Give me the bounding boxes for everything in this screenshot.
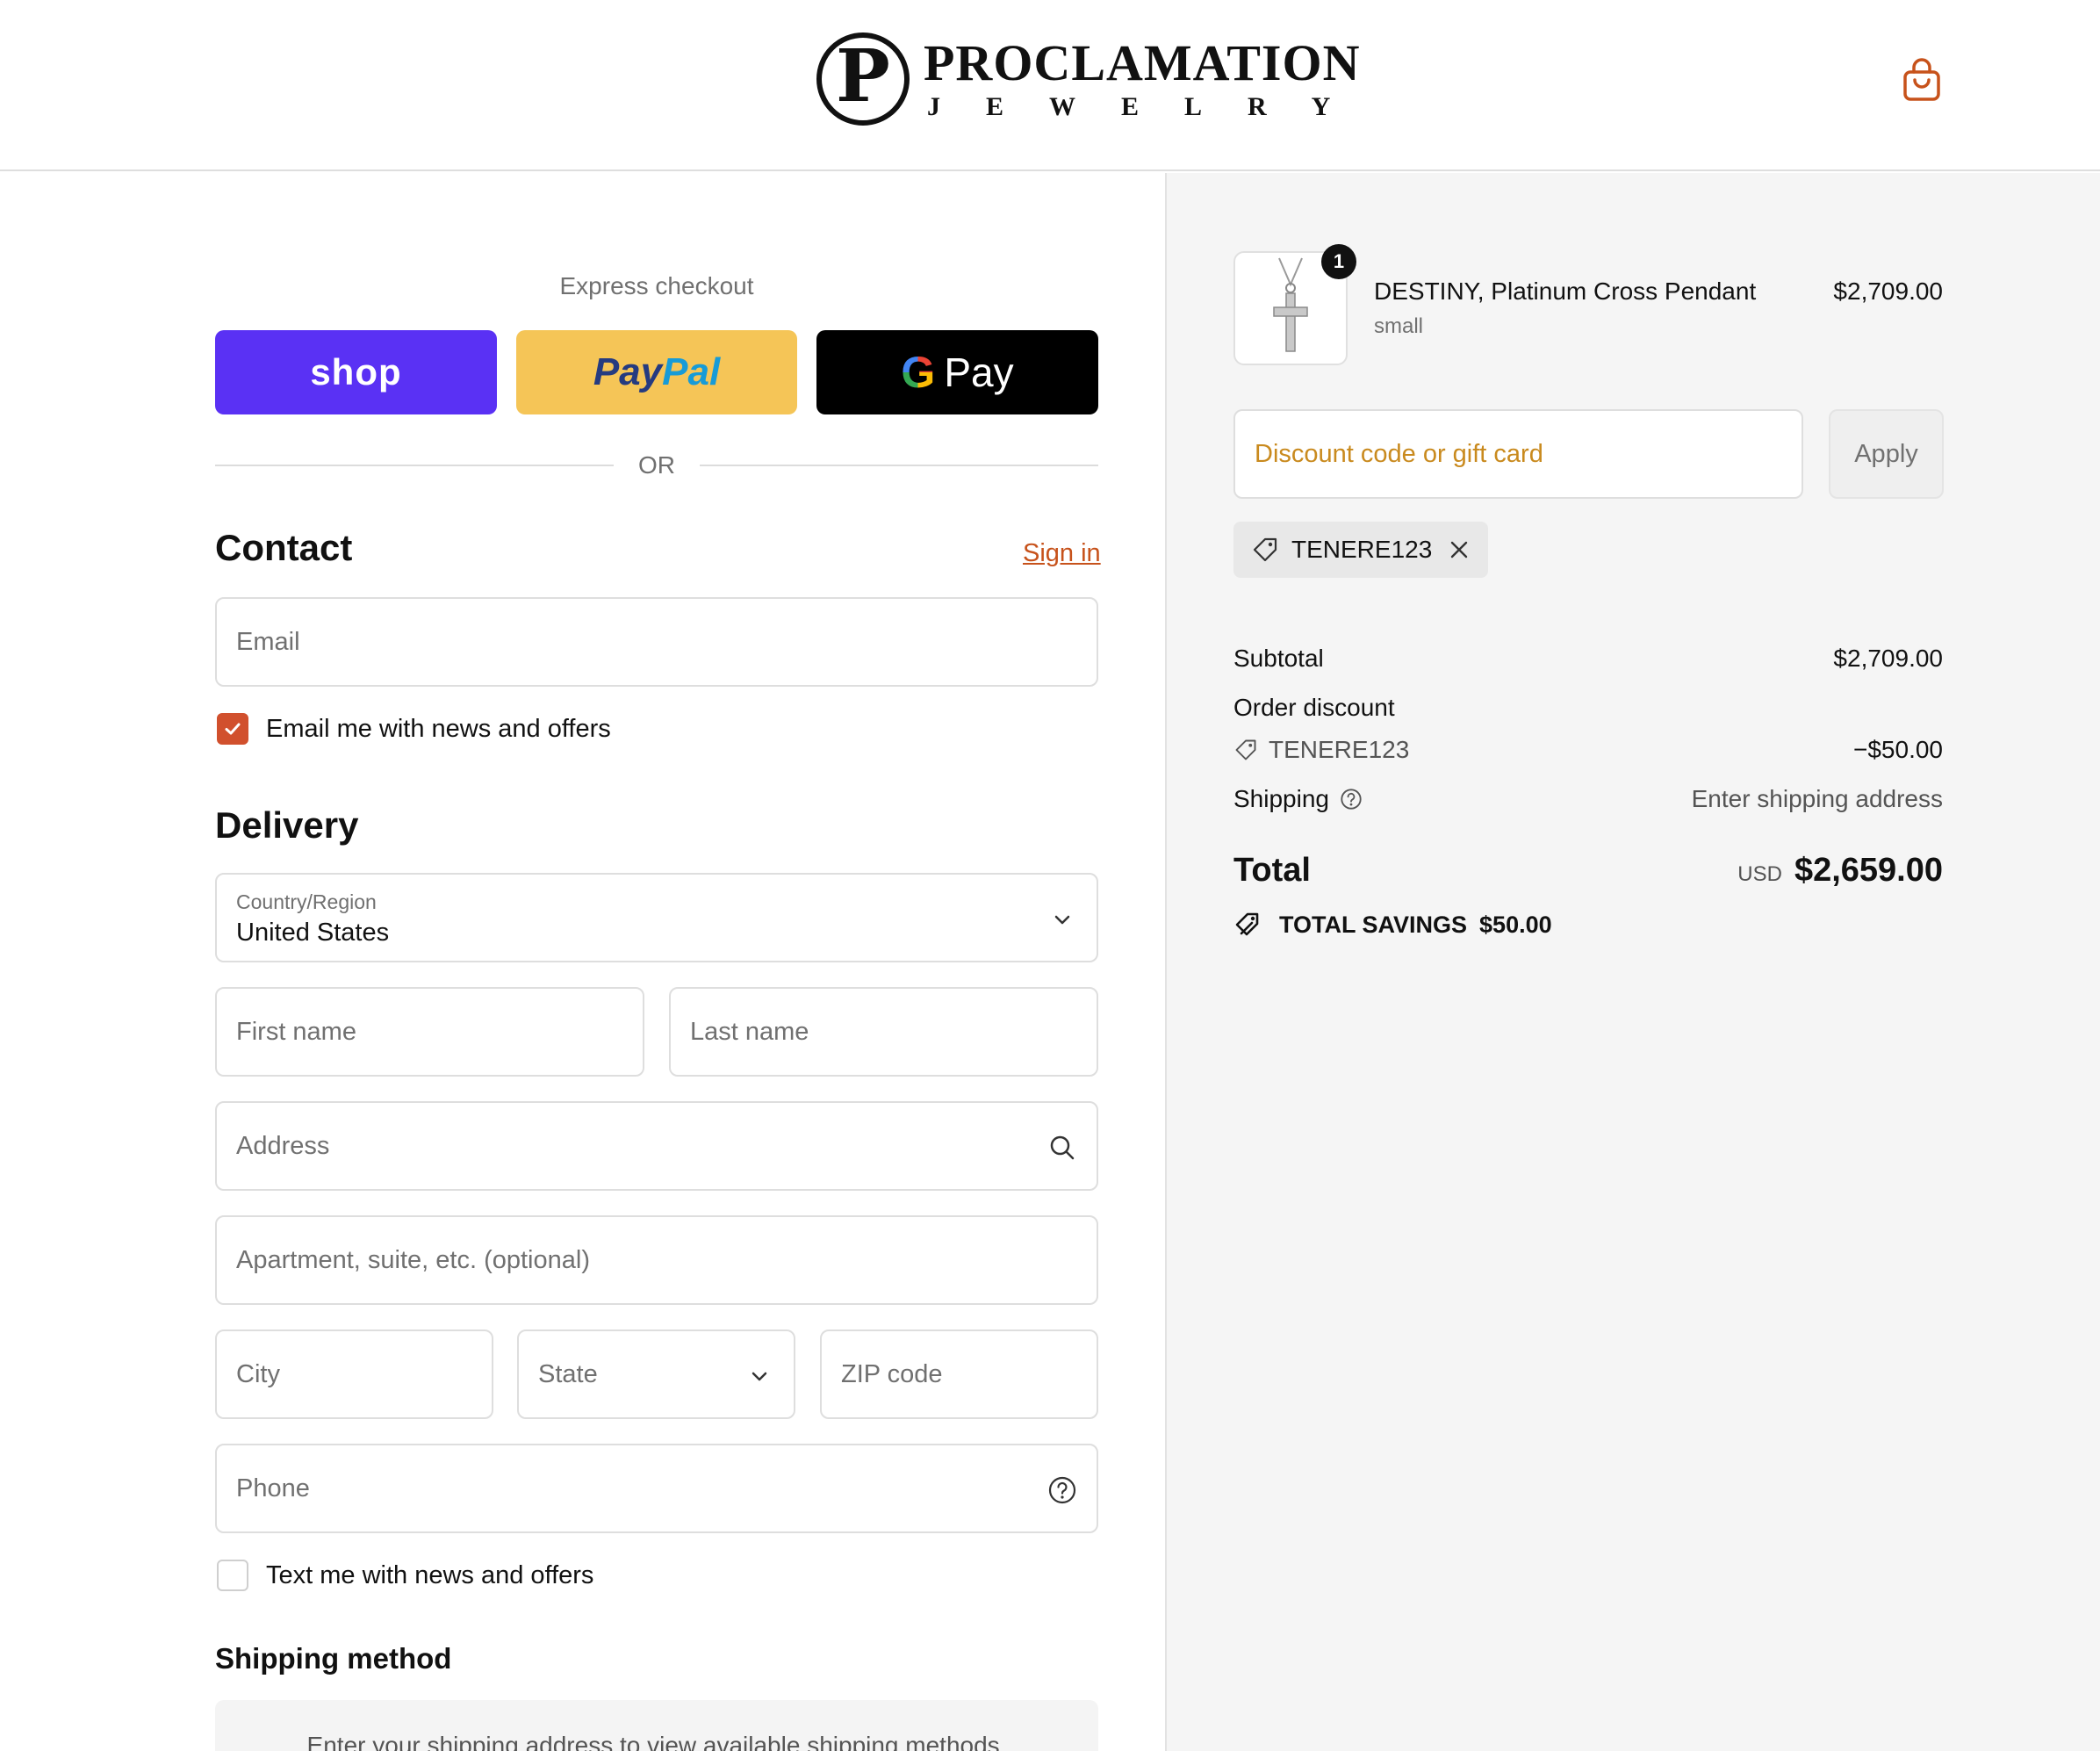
first-name-field[interactable]: First name (215, 987, 644, 1077)
address-field[interactable]: Address (215, 1101, 1098, 1191)
last-name-placeholder: Last name (690, 1017, 809, 1046)
order-discount-code: TENERE123 (1233, 736, 1409, 764)
apply-discount-button[interactable]: Apply (1829, 409, 1944, 499)
tag-icon (1235, 739, 1256, 760)
apartment-field[interactable]: Apartment, suite, etc. (optional) (215, 1215, 1098, 1305)
total-value: $2,659.00 (1794, 852, 1943, 889)
help-circle-icon[interactable] (1340, 788, 1363, 811)
apartment-placeholder: Apartment, suite, etc. (optional) (236, 1245, 590, 1274)
newsletter-checkbox-row[interactable]: Email me with news and offers (217, 713, 611, 745)
state-select[interactable]: State (517, 1329, 795, 1419)
paypal-label-pay: Pay (593, 350, 663, 393)
quantity-badge: 1 (1321, 244, 1356, 279)
city-placeholder: City (236, 1359, 280, 1388)
shipping-method-note: Enter your shipping address to view avai… (215, 1700, 1098, 1751)
store-logo[interactable]: P PROCLAMATION JEWELRY (816, 30, 1376, 128)
contact-title: Contact (215, 527, 353, 568)
city-field[interactable]: City (215, 1329, 493, 1419)
phone-field[interactable]: Phone (215, 1444, 1098, 1533)
email-field[interactable]: Email (215, 597, 1098, 687)
newsletter-checkbox[interactable] (217, 713, 248, 745)
paypal-button[interactable]: Pay Pal (516, 330, 797, 414)
shopping-bag-icon[interactable] (1902, 58, 1942, 102)
savings-value: $50.00 (1479, 911, 1552, 938)
help-circle-icon[interactable] (1047, 1475, 1077, 1505)
newsletter-label: Email me with news and offers (266, 714, 611, 743)
order-discount-label: Order discount (1233, 694, 1395, 721)
chevron-down-icon (752, 1372, 767, 1381)
order-discount-value: −$50.00 (1853, 736, 1943, 763)
express-checkout-title: Express checkout (559, 272, 754, 299)
product-price: $2,709.00 (1833, 277, 1943, 305)
phone-placeholder: Phone (236, 1474, 310, 1502)
shipping-label: Shipping (1233, 785, 1363, 813)
product-name: DESTINY, Platinum Cross Pendant (1374, 277, 1757, 305)
country-value: United States (236, 919, 390, 947)
google-g-icon: G (901, 348, 936, 397)
search-icon[interactable] (1047, 1133, 1077, 1163)
state-placeholder: State (538, 1359, 598, 1388)
order-discount-code-text: TENERE123 (1269, 736, 1410, 763)
header: P PROCLAMATION JEWELRY (0, 0, 2100, 171)
divider-line-left (215, 465, 614, 466)
google-pay-label: Pay (944, 349, 1014, 395)
or-divider: OR (215, 448, 1098, 483)
subtotal-value: $2,709.00 (1833, 645, 1943, 672)
applied-code-text: TENERE123 (1291, 536, 1433, 563)
sms-checkbox[interactable] (217, 1560, 248, 1591)
logo-wordmark: PROCLAMATION JEWELRY (924, 38, 1376, 120)
apply-label: Apply (1854, 439, 1918, 468)
total-label: Total (1233, 852, 1311, 889)
total-amount: USD $2,659.00 (1737, 852, 1943, 890)
paypal-label-pal: Pal (662, 350, 721, 393)
close-icon[interactable] (1448, 538, 1471, 561)
zip-code-placeholder: ZIP code (841, 1359, 943, 1388)
chevron-down-icon (1054, 915, 1070, 925)
total-currency: USD (1737, 862, 1782, 886)
last-name-field[interactable]: Last name (669, 987, 1098, 1077)
checkmark-icon (225, 723, 241, 735)
savings-tag-icon (1235, 912, 1259, 936)
zip-code-field[interactable]: ZIP code (820, 1329, 1098, 1419)
shop-pay-button[interactable]: shop (215, 330, 497, 414)
logo-subtitle: JEWELRY (927, 92, 1377, 121)
discount-code-input[interactable]: Discount code or gift card (1233, 409, 1803, 499)
shipping-label-text: Shipping (1233, 785, 1329, 812)
divider-line-right (700, 465, 1098, 466)
email-placeholder: Email (236, 627, 300, 656)
total-savings: TOTAL SAVINGS $50.00 (1233, 910, 1552, 940)
sms-label: Text me with news and offers (266, 1560, 594, 1589)
logo-monogram: P (816, 32, 910, 126)
sms-checkbox-row[interactable]: Text me with news and offers (217, 1560, 593, 1591)
subtotal-label: Subtotal (1233, 645, 1324, 672)
country-select[interactable]: Country/Region United States (215, 873, 1098, 962)
shipping-method-title: Shipping method (215, 1642, 452, 1675)
or-text: OR (638, 451, 675, 479)
shop-pay-label: shop (310, 351, 402, 393)
delivery-title: Delivery (215, 804, 359, 846)
first-name-placeholder: First name (236, 1017, 356, 1046)
country-label: Country/Region (236, 890, 377, 913)
google-pay-button[interactable]: G Pay (816, 330, 1098, 414)
applied-discount-chip: TENERE123 (1233, 522, 1489, 578)
discount-placeholder: Discount code or gift card (1255, 439, 1543, 468)
address-placeholder: Address (236, 1131, 330, 1160)
product-variant: small (1374, 314, 1424, 338)
logo-name: PROCLAMATION (924, 34, 1361, 91)
shipping-value: Enter shipping address (1691, 785, 1943, 812)
savings-label: TOTAL SAVINGS (1279, 911, 1468, 938)
sign-in-link[interactable]: Sign in (1023, 539, 1101, 568)
tag-icon (1253, 537, 1277, 562)
